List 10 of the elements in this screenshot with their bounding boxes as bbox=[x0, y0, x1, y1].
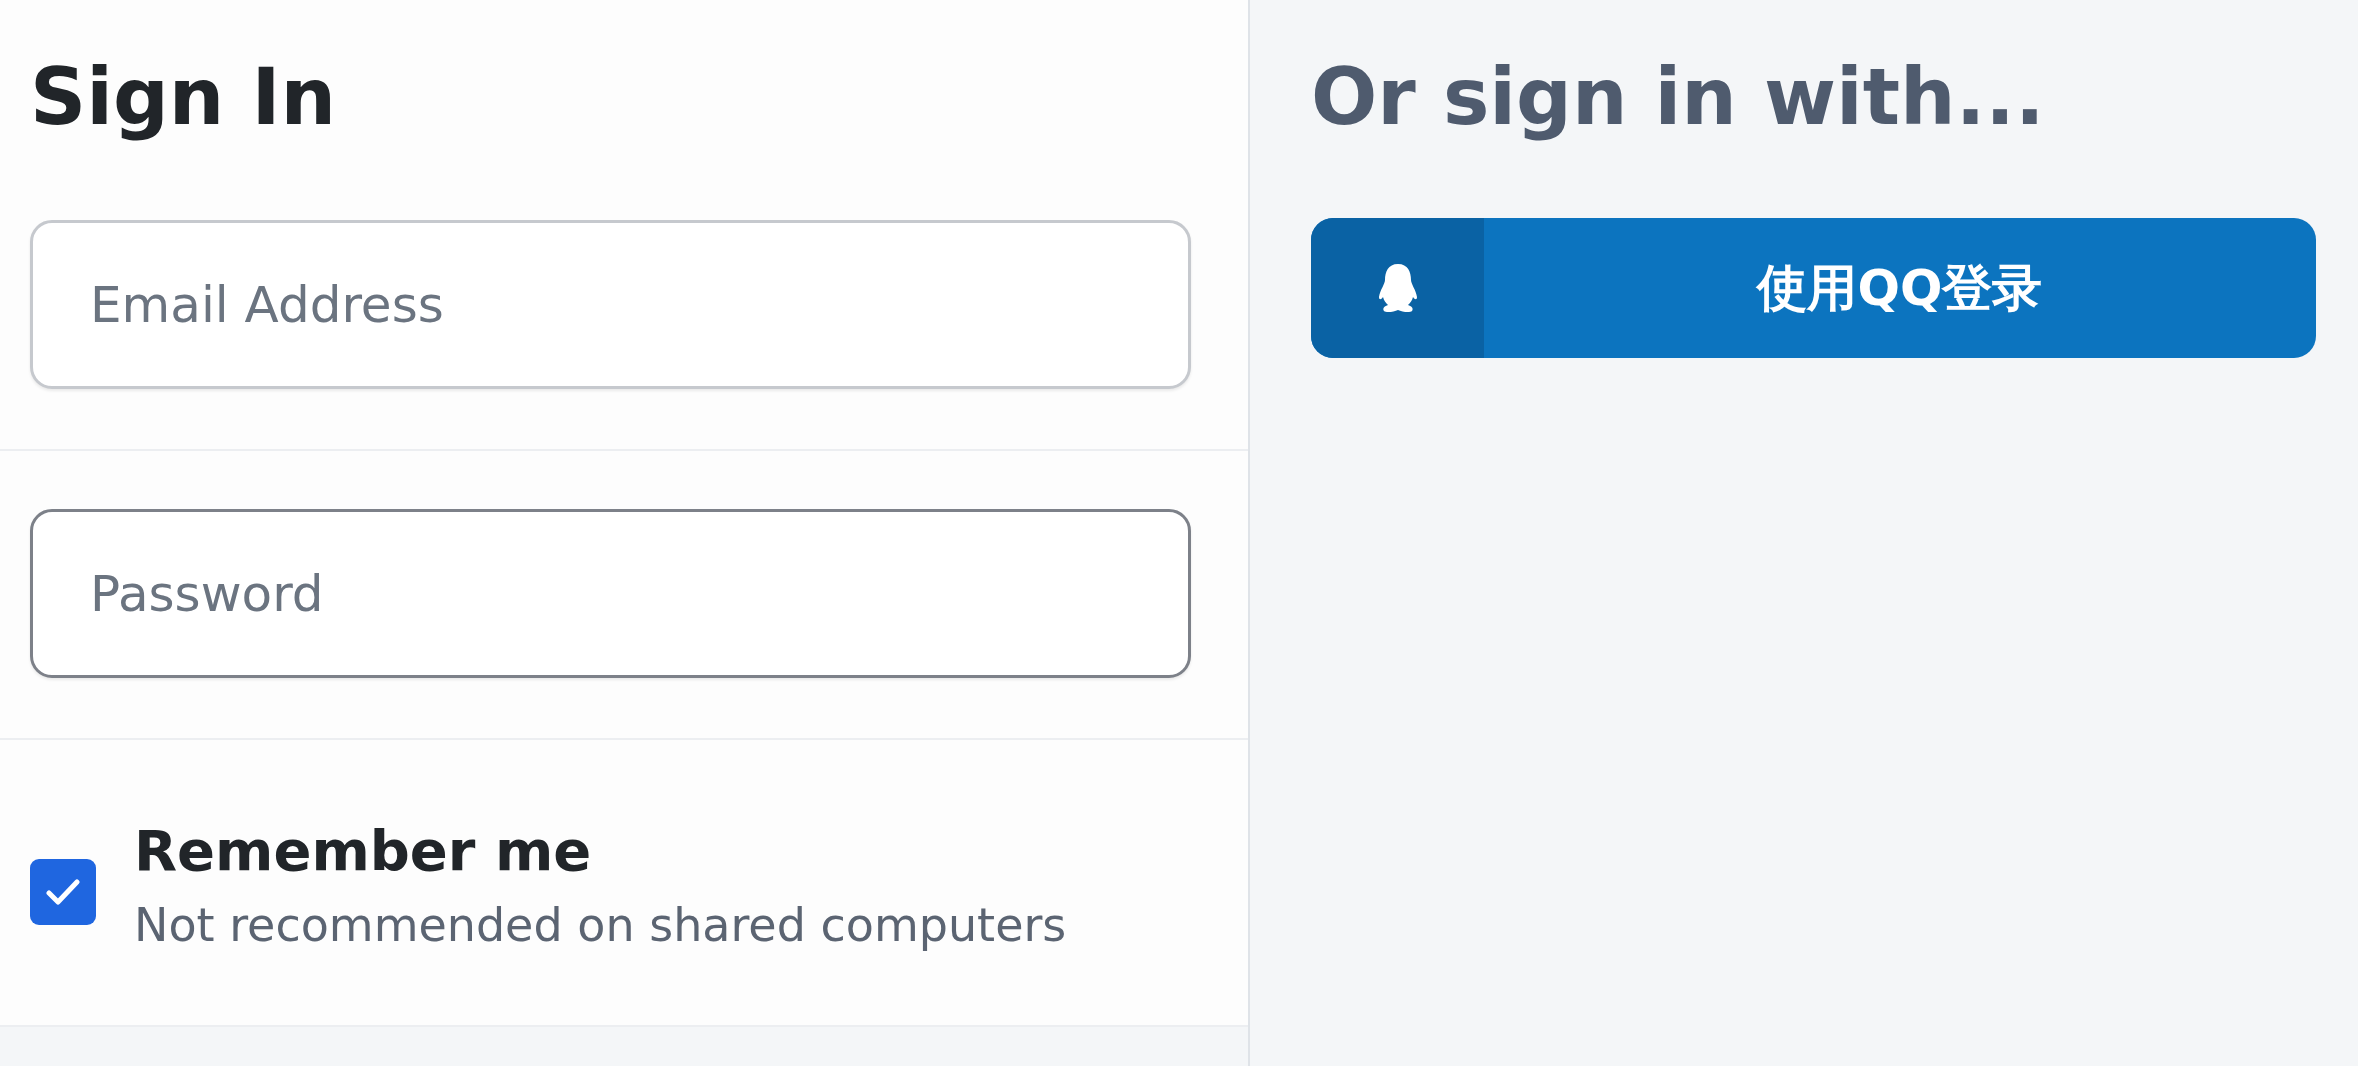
page-title: Sign In bbox=[30, 51, 337, 144]
remember-hint: Not recommended on shared computers bbox=[134, 897, 1067, 953]
remember-checkbox[interactable] bbox=[30, 859, 96, 926]
check-icon bbox=[46, 878, 80, 907]
email-field[interactable]: Email Address bbox=[30, 220, 1191, 389]
remember-label: Remember me bbox=[134, 820, 593, 882]
social-title: Or sign in with... bbox=[1311, 58, 2046, 144]
penguin-icon bbox=[1376, 262, 1419, 314]
qq-login-button[interactable]: 使用QQ登录 bbox=[1311, 218, 2316, 358]
password-field[interactable]: Password bbox=[30, 509, 1191, 678]
